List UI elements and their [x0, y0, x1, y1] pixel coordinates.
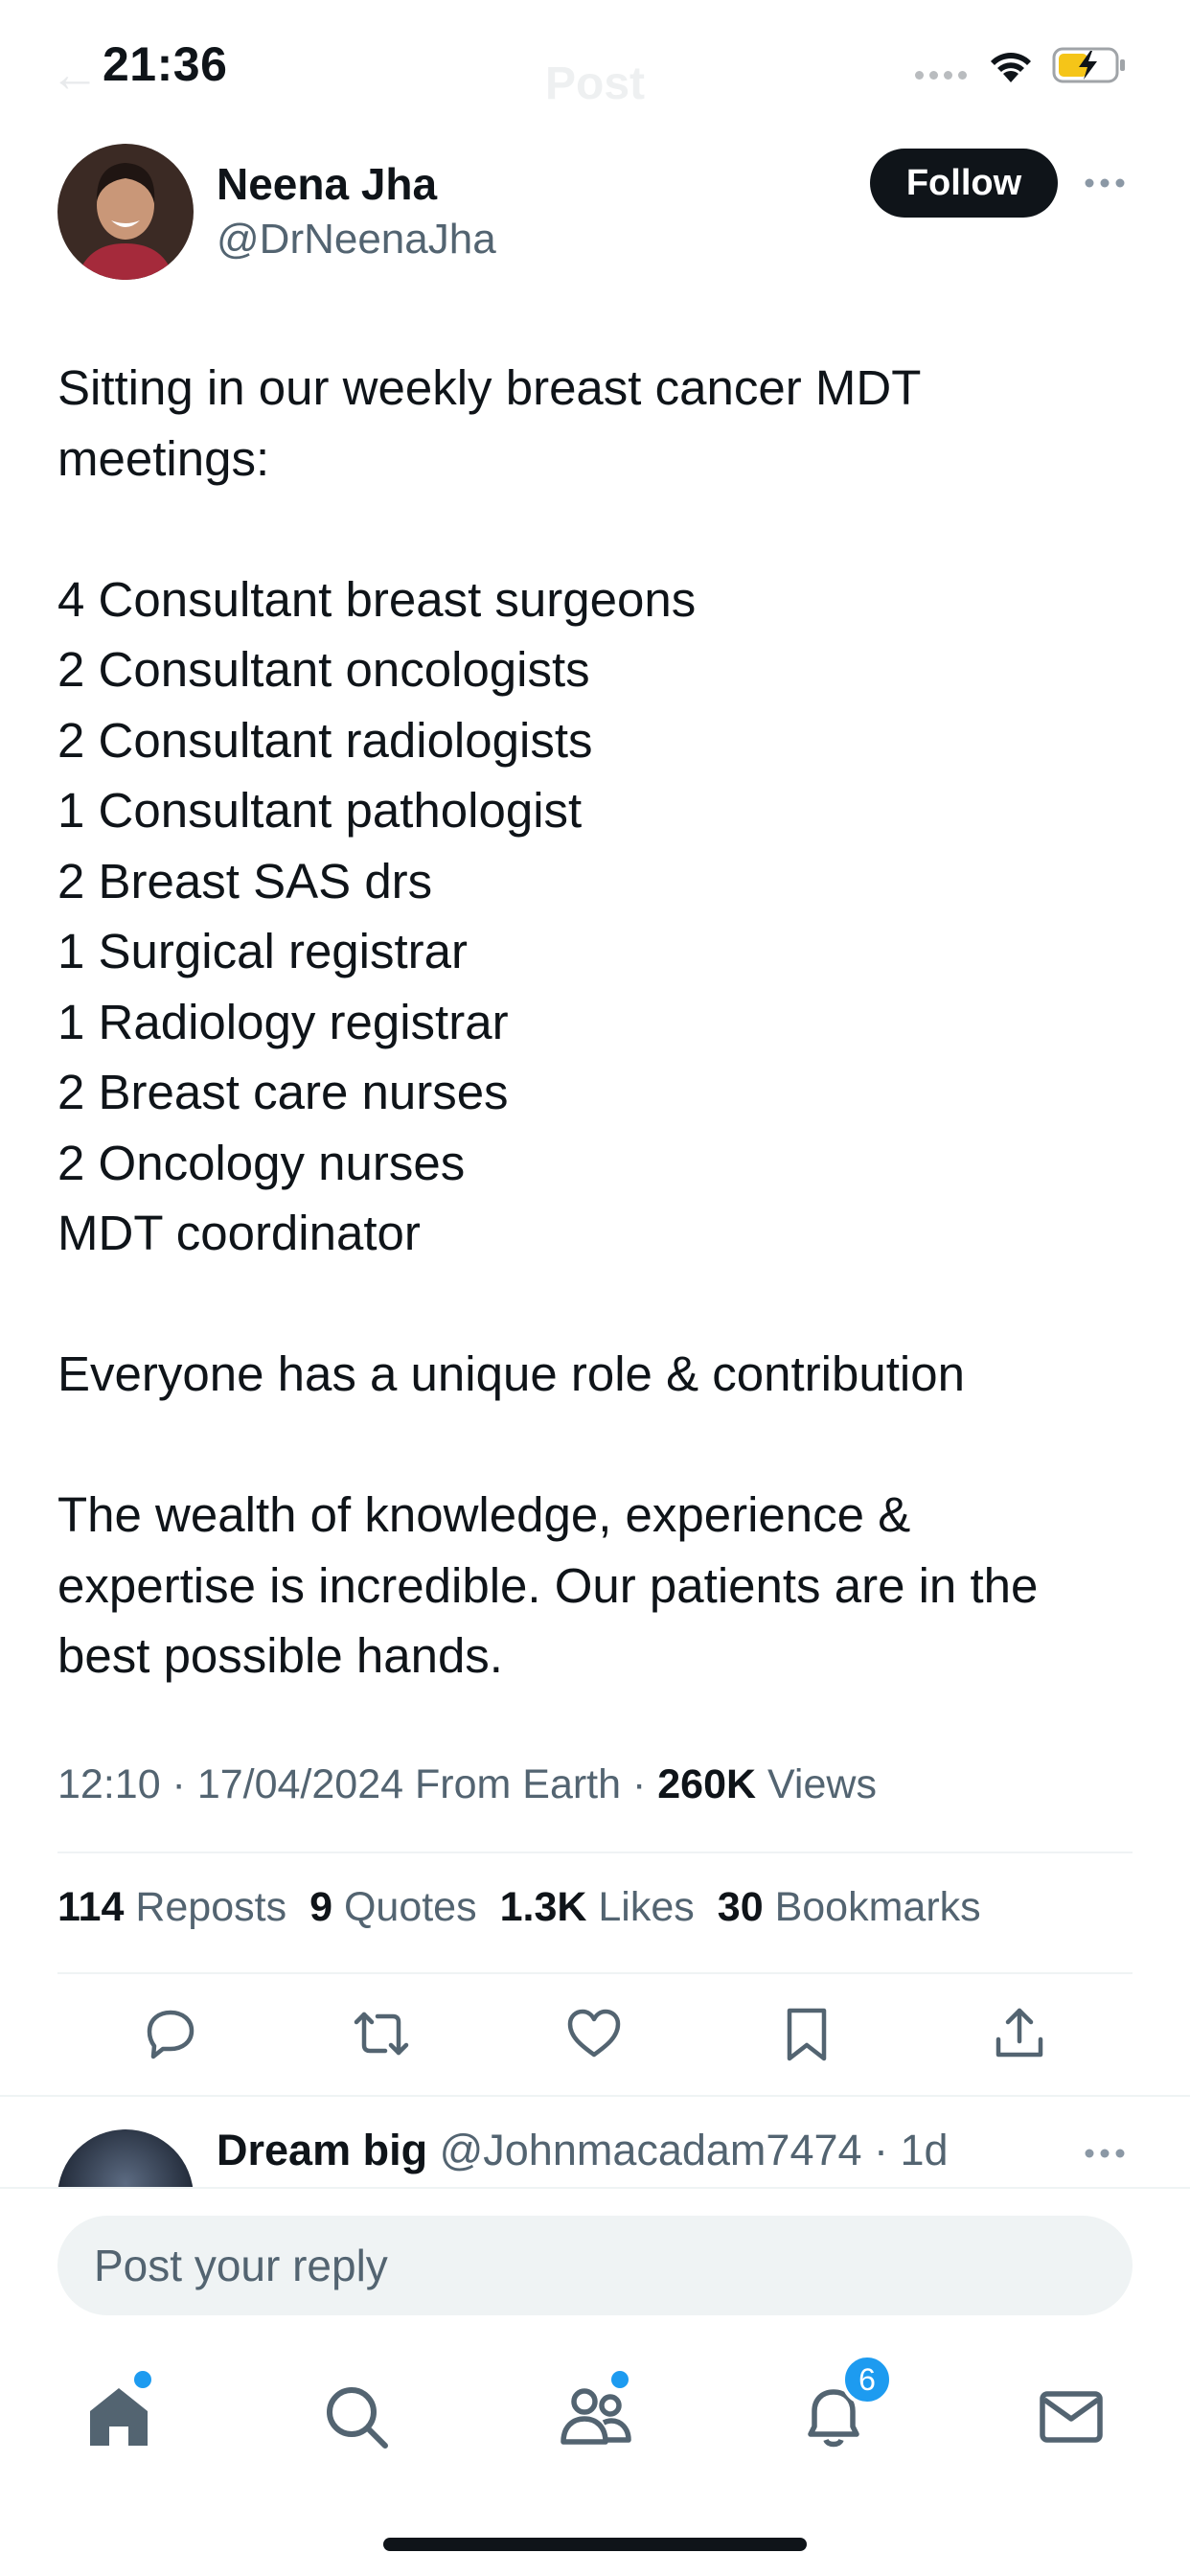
reposts-stat[interactable]: 114 Reposts: [57, 1884, 286, 1931]
tweet-line: 1 Radiology registrar: [57, 994, 509, 1049]
status-bar: 21:36: [0, 0, 1190, 129]
like-button[interactable]: [563, 2003, 625, 2064]
reply-input[interactable]: [57, 2216, 1133, 2315]
author-avatar-image: [57, 144, 194, 280]
share-button[interactable]: [989, 2003, 1050, 2064]
more-options-icon[interactable]: [1083, 169, 1127, 197]
home-unread-dot: [134, 2371, 151, 2388]
like-icon: [567, 2009, 621, 2058]
repost-button[interactable]: [351, 2003, 412, 2064]
notifications-badge: 6: [841, 2354, 893, 2405]
bookmarks-label: Bookmarks: [774, 1884, 981, 1930]
battery-charging-icon: [1052, 47, 1125, 83]
tweet-line: expertise is incredible. Our patients ar…: [57, 1557, 1039, 1613]
divider: [0, 2095, 1190, 2097]
search-icon: [327, 2387, 388, 2449]
share-icon: [995, 2008, 1043, 2058]
reply-icon: [147, 2010, 195, 2059]
follow-button[interactable]: Follow: [870, 149, 1058, 218]
bookmark-icon: [787, 2008, 827, 2061]
tweet-meta: 12:10 · 17/04/2024 From Earth · 260K Vie…: [57, 1761, 877, 1807]
tweet-line: meetings:: [57, 430, 270, 486]
author-handle[interactable]: @DrNeenaJha: [217, 216, 496, 264]
bookmarks-stat[interactable]: 30 Bookmarks: [718, 1884, 981, 1931]
bookmark-button[interactable]: [776, 2003, 837, 2064]
author-avatar[interactable]: [57, 144, 194, 280]
tweet-line: best possible hands.: [57, 1628, 503, 1683]
divider: [57, 1972, 1133, 1974]
communities-icon: [561, 2388, 631, 2445]
reply-age: 1d: [900, 2126, 949, 2174]
tweet-line: Everyone has a unique role & contributio…: [57, 1346, 965, 1401]
reposts-label: Reposts: [135, 1884, 287, 1930]
quotes-count: 9: [309, 1884, 332, 1930]
tweet-line: 1 Consultant pathologist: [57, 783, 583, 838]
tweet-line: 2 Oncology nurses: [57, 1135, 466, 1190]
tab-notifications[interactable]: 6: [795, 2354, 893, 2455]
tweet-time: 12:10: [57, 1761, 161, 1807]
views-label[interactable]: Views: [767, 1761, 877, 1807]
tweet-actions: [0, 2003, 1190, 2070]
tweet-line: 2 Consultant radiologists: [57, 712, 593, 768]
tweet-text: Sitting in our weekly breast cancer MDT …: [57, 353, 1140, 1691]
cellular-signal-icon: [915, 71, 967, 80]
communities-unread-dot: [611, 2371, 629, 2388]
bookmarks-count: 30: [717, 1884, 764, 1930]
reply-composer: [0, 2187, 1190, 2331]
home-indicator[interactable]: [383, 2538, 807, 2551]
views-count: 260K: [657, 1761, 757, 1807]
status-time: 21:36: [103, 37, 228, 91]
reply-author-handle[interactable]: @Johnmacadam7474: [440, 2126, 862, 2174]
divider: [57, 1852, 1133, 1853]
tweet-line: 2 Breast SAS drs: [57, 853, 433, 908]
messages-icon: [1040, 2391, 1103, 2443]
quotes-label: Quotes: [343, 1884, 477, 1930]
tweet-line: MDT coordinator: [57, 1206, 421, 1260]
tweet-source: From Earth: [415, 1761, 622, 1807]
tab-search[interactable]: [318, 2379, 395, 2455]
tweet-line: 1 Surgical registrar: [57, 924, 468, 978]
wifi-icon: [991, 53, 1031, 82]
tweet-line: 4 Consultant breast surgeons: [57, 571, 697, 627]
reply-header: Dream big @Johnmacadam7474 · 1d: [217, 2126, 949, 2174]
reposts-count: 114: [57, 1884, 125, 1930]
tab-home[interactable]: [80, 2371, 157, 2455]
tweet-date: 17/04/2024: [196, 1761, 404, 1807]
likes-count: 1.3K: [499, 1884, 587, 1930]
reply-author-name[interactable]: Dream big: [217, 2126, 427, 2174]
reply-more-options-icon[interactable]: [1083, 2139, 1127, 2168]
tweet-line: 2 Breast care nurses: [57, 1065, 509, 1119]
reply-button[interactable]: [140, 2003, 201, 2064]
repost-icon: [354, 2012, 409, 2056]
quotes-stat[interactable]: 9 Quotes: [309, 1884, 477, 1931]
tweet-line: Sitting in our weekly breast cancer MDT: [57, 360, 922, 415]
likes-label: Likes: [598, 1884, 695, 1930]
tab-communities[interactable]: [558, 2371, 634, 2455]
home-icon: [90, 2388, 148, 2446]
tab-messages[interactable]: [1033, 2379, 1110, 2455]
author-name[interactable]: Neena Jha: [217, 158, 437, 210]
tweet-line: The wealth of knowledge, experience &: [57, 1487, 911, 1542]
engagement-stats: 114 Reposts 9 Quotes 1.3K Likes 30 Bookm…: [57, 1884, 981, 1931]
likes-stat[interactable]: 1.3K Likes: [500, 1884, 695, 1931]
tweet-line: 2 Consultant oncologists: [57, 642, 590, 697]
